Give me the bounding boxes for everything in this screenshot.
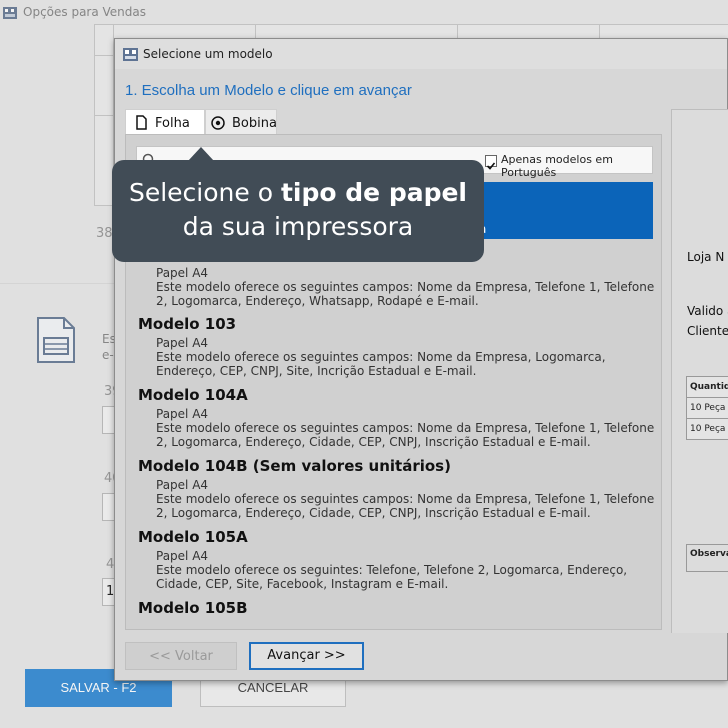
tooltip-callout: Selecione o tipo de papel da sua impress… — [112, 160, 484, 262]
checkmark-icon — [486, 162, 496, 170]
back-button[interactable]: << Voltar — [125, 642, 237, 670]
dialog-titlebar: Selecione um modelo — [115, 39, 727, 69]
select-model-dialog: Selecione um modelo 1. Escolha um Modelo… — [114, 38, 728, 681]
model-name: Modelo 104B (Sem valores unitários) — [138, 457, 451, 475]
model-name: Modelo 103 — [138, 315, 237, 333]
preview-store-name: Loja N — [687, 250, 725, 264]
model-paper: Papel A4 — [156, 336, 209, 350]
portuguese-only-label: Apenas modelos em Português — [501, 153, 613, 179]
preview-table: Quantid 10 Peça 10 Peça — [686, 376, 728, 440]
tooltip-arrow — [188, 147, 214, 161]
preview-valid: Valido a — [687, 304, 728, 318]
preview-panel: Loja N Valido a Cliente: Quantid 10 Peça… — [671, 109, 728, 633]
portuguese-only-checkbox[interactable] — [485, 155, 497, 170]
tooltip-line-2: da sua impressora — [182, 212, 414, 241]
model-name: Modelo 105B — [138, 599, 248, 617]
model-name: Modelo 104A — [138, 386, 248, 404]
list-item[interactable]: Modelo 104B (Sem valores unitários) Pape… — [138, 457, 658, 520]
list-item[interactable]: Modelo 105A Papel A4 Este modelo oferece… — [138, 528, 658, 591]
model-paper: Papel A4 — [156, 549, 209, 563]
dialog-title: Selecione um modelo — [143, 47, 273, 61]
model-paper: Papel A4 — [156, 407, 209, 421]
list-item[interactable]: Papel A4 Este modelo oferece os seguinte… — [138, 266, 658, 308]
preview-table-row: 10 Peça — [690, 424, 726, 434]
model-name: Modelo 105A — [138, 528, 248, 546]
model-description: Este modelo oferece os seguintes: Telefo… — [156, 563, 628, 591]
preview-table-row: 10 Peça — [687, 398, 728, 419]
model-description: Este modelo oferece os seguintes campos:… — [156, 421, 655, 449]
model-paper: Papel A4 — [156, 266, 209, 280]
model-description: Este modelo oferece os seguintes campos:… — [156, 492, 655, 520]
preview-table-header: Quantid — [687, 377, 728, 398]
dialog-heading: 1. Escolha um Modelo e clique em avançar — [125, 82, 412, 99]
model-paper: Papel A4 — [156, 478, 209, 492]
list-item[interactable]: Modelo 105B — [138, 599, 658, 617]
tab-folha[interactable]: Folha — [125, 109, 205, 135]
tab-bobina-label: Bobina — [232, 116, 277, 131]
list-item[interactable]: Modelo 104A Papel A4 Este modelo oferece… — [138, 386, 658, 449]
tooltip-text: Selecione o — [128, 178, 281, 207]
next-button[interactable]: Avançar >> — [249, 642, 364, 670]
page-icon — [136, 115, 147, 130]
model-description: Este modelo oferece os seguintes campos:… — [156, 350, 606, 378]
preview-client: Cliente: — [687, 324, 728, 338]
roll-icon — [211, 116, 225, 130]
app-icon — [123, 48, 138, 61]
model-description: Este modelo oferece os seguintes campos:… — [156, 280, 655, 308]
tab-bobina[interactable]: Bobina — [205, 109, 277, 135]
preview-observations: Observa — [686, 544, 728, 572]
tab-folha-label: Folha — [155, 116, 190, 131]
tooltip-highlight: tipo de papel — [280, 178, 468, 207]
list-item[interactable]: Modelo 103 Papel A4 Este modelo oferece … — [138, 315, 658, 378]
tooltip-line-1: Selecione o tipo de papel — [112, 176, 484, 210]
